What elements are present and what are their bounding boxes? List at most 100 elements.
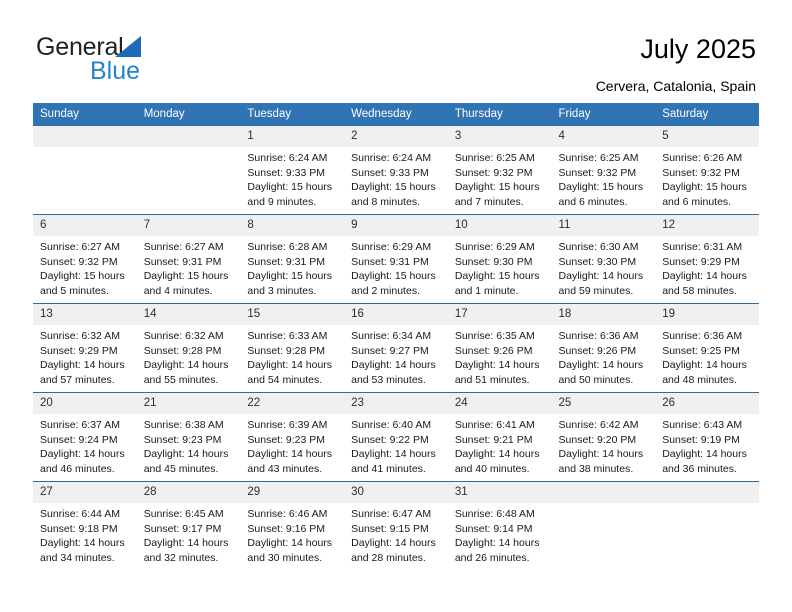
calendar-day-cell[interactable]: 1 Sunrise: 6:24 AM Sunset: 9:33 PM Daylight…	[240, 125, 345, 215]
sunset-text: Sunset: 9:31 PM	[351, 255, 429, 268]
calendar-day-cell[interactable]: 3 Sunrise: 6:25 AM Sunset: 9:32 PM Daylight…	[447, 125, 552, 215]
day-number: 8	[240, 215, 345, 236]
calendar-week-row: 6 Sunrise: 6:27 AM Sunset: 9:32 PM Daylight…	[33, 214, 759, 304]
calendar-day-cell[interactable]: 13 Sunrise: 6:32 AM Sunset: 9:29 PM Dayligh…	[33, 303, 137, 393]
sunrise-text: Sunrise: 6:32 AM	[40, 330, 120, 342]
calendar-day-cell[interactable]: 10 Sunrise: 6:29 AM Sunset: 9:30 PM Dayligh…	[447, 214, 552, 304]
day-sun-info: Sunrise: 6:37 AM Sunset: 9:24 PM Daylight:…	[33, 414, 137, 476]
calendar-week-row: 1 Sunrise: 6:24 AM Sunset: 9:33 PM Daylight…	[33, 125, 759, 215]
day-sun-info: Sunrise: 6:25 AM Sunset: 9:32 PM Daylight:…	[448, 147, 552, 209]
day-number: 29	[240, 482, 345, 503]
calendar-day-cell[interactable]: 31 Sunrise: 6:48 AM Sunset: 9:14 PM Dayligh…	[447, 481, 552, 570]
page-subtitle-location: Cervera, Catalonia, Spain	[595, 78, 756, 94]
daylight-text-line2: and 30 minutes.	[247, 551, 323, 564]
sunset-text: Sunset: 9:27 PM	[351, 344, 429, 357]
sunset-text: Sunset: 9:29 PM	[662, 255, 740, 268]
day-number	[136, 126, 241, 147]
calendar-day-cell[interactable]: 7 Sunrise: 6:27 AM Sunset: 9:31 PM Daylight…	[136, 214, 241, 304]
weekday-header-thursday: Thursday	[447, 103, 552, 126]
daylight-text-line1: Daylight: 15 hours	[454, 270, 540, 283]
calendar-day-cell[interactable]: 22 Sunrise: 6:39 AM Sunset: 9:23 PM Dayligh…	[240, 392, 345, 482]
daylight-text-line1: Daylight: 14 hours	[143, 537, 229, 550]
daylight-text-line2: and 4 minutes.	[143, 284, 213, 297]
day-sun-info: Sunrise: 6:34 AM Sunset: 9:27 PM Daylight:…	[344, 325, 448, 387]
sunrise-text: Sunrise: 6:28 AM	[247, 241, 328, 253]
calendar-day-cell[interactable]: 15 Sunrise: 6:33 AM Sunset: 9:28 PM Dayligh…	[240, 303, 345, 393]
daylight-text-line2: and 8 minutes.	[351, 195, 420, 208]
daylight-text-line2: and 6 minutes.	[558, 195, 628, 208]
daylight-text-line1: Daylight: 15 hours	[143, 270, 229, 283]
sunset-text: Sunset: 9:31 PM	[247, 255, 326, 268]
daylight-text-line2: and 50 minutes.	[558, 373, 634, 386]
calendar-day-cell[interactable]: 30 Sunrise: 6:47 AM Sunset: 9:15 PM Dayligh…	[344, 481, 448, 570]
daylight-text-line2: and 9 minutes.	[247, 195, 317, 208]
calendar-day-cell[interactable]: 5 Sunrise: 6:26 AM Sunset: 9:32 PM Daylight…	[655, 125, 759, 215]
calendar-day-cell[interactable]: 8 Sunrise: 6:28 AM Sunset: 9:31 PM Daylight…	[240, 214, 345, 304]
calendar-day-cell[interactable]: 21 Sunrise: 6:38 AM Sunset: 9:23 PM Dayligh…	[136, 392, 241, 482]
day-number	[33, 126, 137, 147]
sunrise-text: Sunrise: 6:27 AM	[40, 241, 120, 253]
sunset-text: Sunset: 9:26 PM	[454, 344, 533, 357]
calendar-day-cell[interactable]: 4 Sunrise: 6:25 AM Sunset: 9:32 PM Daylight…	[551, 125, 656, 215]
calendar-day-cell[interactable]: 24 Sunrise: 6:41 AM Sunset: 9:21 PM Dayligh…	[447, 392, 552, 482]
general-blue-logo[interactable]: General Blue	[36, 33, 216, 87]
daylight-text-line2: and 5 minutes.	[40, 284, 109, 297]
calendar-day-cell[interactable]: 11 Sunrise: 6:30 AM Sunset: 9:30 PM Dayligh…	[551, 214, 656, 304]
sunset-text: Sunset: 9:18 PM	[40, 522, 118, 535]
day-sun-info: Sunrise: 6:35 AM Sunset: 9:26 PM Daylight:…	[448, 325, 552, 387]
calendar-day-cell[interactable]: 29 Sunrise: 6:46 AM Sunset: 9:16 PM Dayligh…	[240, 481, 345, 570]
calendar-day-cell[interactable]: 2 Sunrise: 6:24 AM Sunset: 9:33 PM Daylight…	[344, 125, 448, 215]
sunset-text: Sunset: 9:30 PM	[558, 255, 637, 268]
daylight-text-line1: Daylight: 14 hours	[247, 359, 333, 372]
sunrise-text: Sunrise: 6:39 AM	[247, 419, 328, 431]
day-number: 14	[136, 304, 241, 325]
calendar-day-cell[interactable]: 23 Sunrise: 6:40 AM Sunset: 9:22 PM Dayligh…	[344, 392, 448, 482]
sunrise-text: Sunrise: 6:43 AM	[662, 419, 743, 431]
day-number: 1	[240, 126, 345, 147]
day-sun-info: Sunrise: 6:27 AM Sunset: 9:31 PM Daylight:…	[137, 236, 241, 298]
sunset-text: Sunset: 9:21 PM	[454, 433, 533, 446]
calendar-day-cell[interactable]: 18 Sunrise: 6:36 AM Sunset: 9:26 PM Dayligh…	[551, 303, 656, 393]
calendar-day-cell[interactable]: 26 Sunrise: 6:43 AM Sunset: 9:19 PM Dayligh…	[655, 392, 759, 482]
day-sun-info: Sunrise: 6:36 AM Sunset: 9:26 PM Daylight:…	[552, 325, 656, 387]
calendar-day-cell[interactable]: 12 Sunrise: 6:31 AM Sunset: 9:29 PM Dayligh…	[655, 214, 759, 304]
calendar-day-cell[interactable]: 27 Sunrise: 6:44 AM Sunset: 9:18 PM Dayligh…	[33, 481, 137, 570]
sunrise-text: Sunrise: 6:25 AM	[454, 152, 535, 164]
sunset-text: Sunset: 9:30 PM	[454, 255, 533, 268]
day-sun-info: Sunrise: 6:27 AM Sunset: 9:32 PM Daylight:…	[33, 236, 137, 298]
day-sun-info: Sunrise: 6:39 AM Sunset: 9:23 PM Daylight:…	[240, 414, 344, 476]
daylight-text-line2: and 55 minutes.	[143, 373, 219, 386]
day-number: 11	[551, 215, 656, 236]
sunset-text: Sunset: 9:32 PM	[40, 255, 118, 268]
calendar-day-cell[interactable]: 16 Sunrise: 6:34 AM Sunset: 9:27 PM Dayligh…	[344, 303, 448, 393]
calendar-week-row: 27 Sunrise: 6:44 AM Sunset: 9:18 PM Dayligh…	[33, 481, 759, 570]
sunrise-text: Sunrise: 6:48 AM	[454, 508, 535, 520]
sunset-text: Sunset: 9:31 PM	[143, 255, 222, 268]
daylight-text-line1: Daylight: 15 hours	[558, 181, 644, 194]
daylight-text-line1: Daylight: 14 hours	[351, 448, 436, 461]
calendar-day-cell[interactable]: 14 Sunrise: 6:32 AM Sunset: 9:28 PM Dayligh…	[136, 303, 241, 393]
sunrise-text: Sunrise: 6:24 AM	[351, 152, 432, 164]
daylight-text-line1: Daylight: 14 hours	[662, 448, 747, 461]
day-number: 7	[136, 215, 241, 236]
calendar-day-cell[interactable]: 6 Sunrise: 6:27 AM Sunset: 9:32 PM Daylight…	[33, 214, 137, 304]
day-number: 25	[551, 393, 656, 414]
calendar-day-cell[interactable]: 17 Sunrise: 6:35 AM Sunset: 9:26 PM Dayligh…	[447, 303, 552, 393]
daylight-text-line1: Daylight: 15 hours	[247, 181, 333, 194]
calendar-day-cell[interactable]: 9 Sunrise: 6:29 AM Sunset: 9:31 PM Daylight…	[344, 214, 448, 304]
calendar-day-cell[interactable]: 19 Sunrise: 6:36 AM Sunset: 9:25 PM Dayligh…	[655, 303, 759, 393]
day-sun-info: Sunrise: 6:33 AM Sunset: 9:28 PM Daylight:…	[240, 325, 344, 387]
sunrise-text: Sunrise: 6:33 AM	[247, 330, 328, 342]
logo-triangle-icon	[115, 36, 141, 57]
calendar-day-cell[interactable]: 20 Sunrise: 6:37 AM Sunset: 9:24 PM Dayligh…	[33, 392, 137, 482]
sunset-text: Sunset: 9:19 PM	[662, 433, 740, 446]
daylight-text-line1: Daylight: 15 hours	[40, 270, 125, 283]
day-number: 5	[655, 126, 759, 147]
sunrise-text: Sunrise: 6:44 AM	[40, 508, 120, 520]
calendar-day-cell[interactable]: 28 Sunrise: 6:45 AM Sunset: 9:17 PM Dayligh…	[136, 481, 241, 570]
daylight-text-line2: and 40 minutes.	[454, 462, 530, 475]
calendar-day-cell[interactable]: 25 Sunrise: 6:42 AM Sunset: 9:20 PM Dayligh…	[551, 392, 656, 482]
daylight-text-line1: Daylight: 14 hours	[143, 448, 229, 461]
sunset-text: Sunset: 9:28 PM	[247, 344, 326, 357]
sunset-text: Sunset: 9:23 PM	[247, 433, 326, 446]
